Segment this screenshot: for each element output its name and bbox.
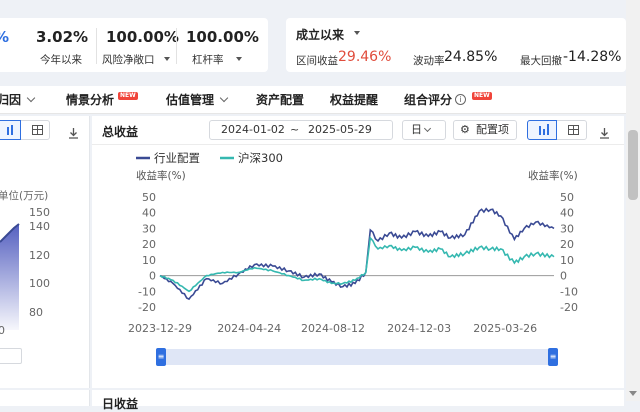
- nav-item-attribution[interactable]: 归因: [0, 86, 36, 114]
- scrollbar-track[interactable]: [626, 0, 640, 401]
- y-tick-label: -20: [138, 301, 156, 314]
- x-tick-label: 2024-04-24: [217, 322, 281, 335]
- y-tick: 120: [29, 249, 50, 262]
- new-badge: NEW: [472, 92, 492, 100]
- return-value: 29.46%: [338, 49, 392, 65]
- range-separator: ~: [290, 123, 300, 136]
- y-tick-label-right: -10: [560, 285, 578, 298]
- nav-item-valuation-management[interactable]: 估值管理: [166, 86, 229, 114]
- y-tick: 80: [29, 306, 43, 319]
- x-tick-label: 2023-12-29: [128, 322, 192, 335]
- table-icon[interactable]: [32, 125, 43, 135]
- y-axis-title: 收益率(%): [136, 169, 186, 182]
- new-badge: NEW: [118, 92, 138, 100]
- y-tick-label: 10: [142, 254, 156, 267]
- total-return-panel: 总收益 2024-01-02 ~ 2025-05-29 日 ⚙ 配置项 行业配置…: [92, 116, 624, 406]
- x-tick-label: 2025-03-26: [473, 322, 537, 335]
- y-tick-label-right: 50: [560, 191, 574, 204]
- y-tick-label-right: 30: [560, 222, 574, 235]
- ytd-label: 今年以来: [40, 54, 82, 66]
- risk-exposure-label: 风险净敞口: [102, 54, 155, 66]
- legend-label: 行业配置: [154, 151, 200, 165]
- x-tick-label: 2024-12-03: [387, 322, 451, 335]
- nav-item-equity-reminder[interactable]: 权益提醒: [330, 86, 378, 114]
- y-tick-label: 40: [142, 207, 156, 220]
- chevron-down-icon: [219, 93, 229, 103]
- y-tick-label: 20: [142, 238, 156, 251]
- y-tick: 100: [29, 277, 50, 290]
- divider: [176, 28, 177, 64]
- since-inception-title[interactable]: 成立以来: [296, 26, 344, 43]
- bottom-panel-title: 日收益: [102, 397, 139, 411]
- info-icon[interactable]: i: [455, 94, 466, 105]
- divider: [96, 28, 97, 64]
- nav-item-scenario-analysis[interactable]: 情景分析: [66, 86, 114, 114]
- bar-chart-icon[interactable]: [527, 120, 557, 140]
- config-button[interactable]: ⚙ 配置项: [453, 120, 517, 140]
- y-tick-label-right: 20: [560, 238, 574, 251]
- y-tick-label: 30: [142, 222, 156, 235]
- bottom-panel-divider: [0, 388, 626, 390]
- y-tick-label-right: -20: [560, 301, 578, 314]
- table-icon[interactable]: [568, 125, 579, 135]
- leverage-value: 100.00%: [186, 28, 259, 46]
- y-tick-label-right: 10: [560, 254, 574, 267]
- y-tick-label-right: 40: [560, 207, 574, 220]
- y-tick-label: 0: [149, 270, 156, 283]
- gear-icon: ⚙: [460, 123, 470, 136]
- download-icon[interactable]: [599, 124, 610, 143]
- panel-title: 总收益: [102, 125, 139, 139]
- y-tick: 150: [29, 206, 50, 219]
- y-tick-label: 50: [142, 191, 156, 204]
- chevron-down-icon: [423, 124, 432, 133]
- max-drawdown-label: 最大回撤: [520, 55, 562, 67]
- since-inception-dropdown-icon[interactable]: [354, 31, 360, 35]
- legend-label: 沪深300: [238, 151, 283, 165]
- y-axis-title-right: 收益率(%): [528, 169, 578, 182]
- volatility-value: 24.85%: [444, 49, 498, 65]
- left-panel: 单位(万元) 150 140 120 100 80 0: [0, 116, 90, 406]
- y-tick: 140: [29, 220, 50, 233]
- return-label: 区间收益: [296, 55, 338, 67]
- y-tick-label: -10: [138, 285, 156, 298]
- zoom-handle-left[interactable]: ≡: [156, 348, 166, 366]
- zoom-slider-track[interactable]: [162, 349, 554, 365]
- nav-item-asset-allocation[interactable]: 资产配置: [256, 86, 304, 114]
- risk-dropdown-icon[interactable]: [164, 57, 170, 61]
- unit-label: 单位(万元): [0, 190, 49, 202]
- total-return-chart: 行业配置 沪深300 收益率(%) 收益率(%) 50 50 40 40 30 30 20 20 10 1…: [128, 151, 578, 335]
- risk-exposure-value: 100.00%: [106, 28, 179, 46]
- zoom-handle-right[interactable]: ≡: [548, 348, 558, 366]
- chevron-down-icon: [26, 93, 36, 103]
- partial-metric-value: %: [0, 28, 9, 46]
- date-range-picker[interactable]: 2024-01-02 ~ 2025-05-29: [209, 120, 393, 140]
- config-label: 配置项: [476, 123, 509, 136]
- range-slider[interactable]: [0, 348, 22, 364]
- leverage-dropdown-icon[interactable]: [236, 57, 242, 61]
- x-tick: 0: [0, 324, 5, 337]
- analysis-nav-bar: 归因 情景分析 NEW 估值管理 资产配置 权益提醒 组合评分 i NEW: [0, 86, 626, 114]
- x-tick-label: 2024-08-12: [301, 322, 365, 335]
- since-inception-card: 成立以来 区间收益 29.46% 波动率 24.85% 最大回撤 -14.28%: [286, 18, 626, 72]
- download-icon[interactable]: [68, 124, 78, 139]
- y-tick-label-right: 0: [560, 270, 567, 283]
- view-toggle: [527, 120, 587, 140]
- toolbar-divider: [92, 144, 624, 145]
- period-value: 日: [411, 123, 422, 136]
- start-date[interactable]: 2024-01-02: [221, 121, 285, 139]
- bar-chart-icon[interactable]: [0, 120, 21, 140]
- period-select[interactable]: 日: [402, 120, 446, 140]
- volatility-label: 波动率: [413, 55, 445, 67]
- ytd-value: 3.02%: [36, 28, 89, 46]
- leverage-label: 杠杆率: [192, 54, 224, 66]
- scroll-down-arrow-icon[interactable]: [629, 391, 637, 396]
- view-toggle: [0, 120, 50, 140]
- end-date[interactable]: 2025-05-29: [308, 121, 372, 139]
- nav-item-portfolio-score[interactable]: 组合评分: [404, 86, 452, 114]
- max-drawdown-value: -14.28%: [563, 49, 622, 65]
- metrics-card: % 3.02% 今年以来 100.00% 风险净敞口 100.00% 杠杆率: [0, 18, 268, 72]
- series-line: [159, 207, 555, 301]
- scrollbar-thumb[interactable]: [628, 130, 638, 200]
